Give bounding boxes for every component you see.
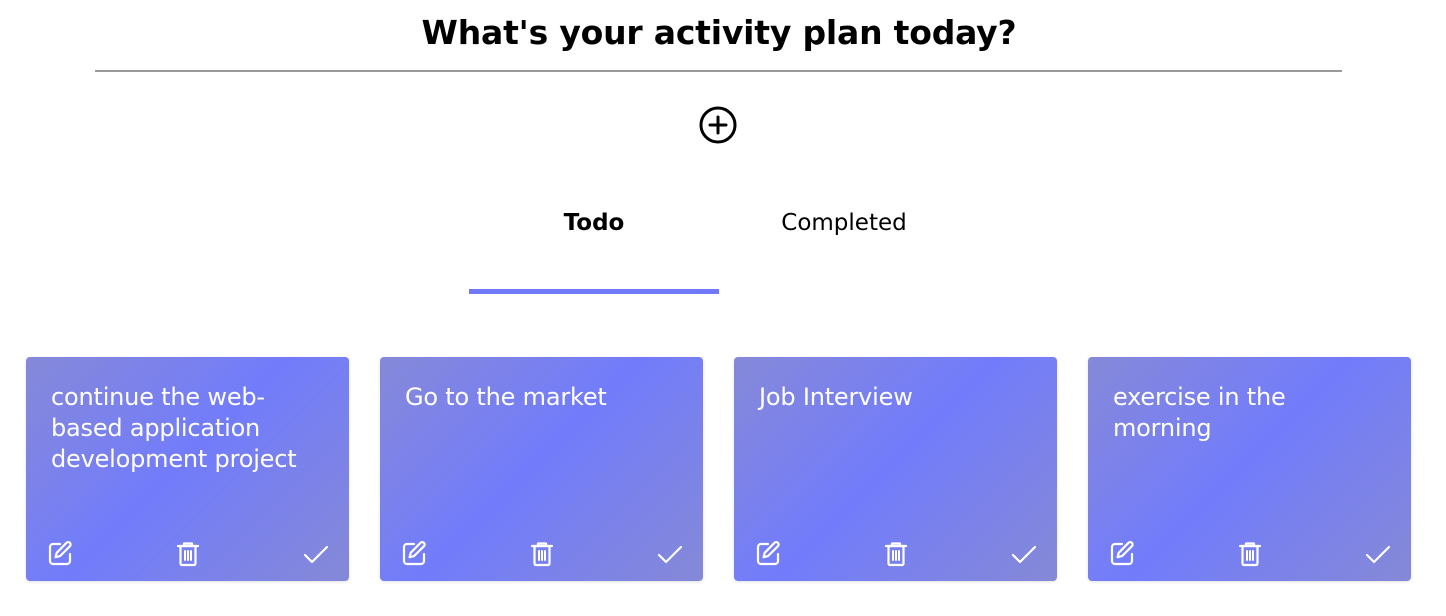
add-activity-button[interactable] [698, 105, 738, 145]
trash-icon[interactable] [174, 540, 202, 568]
todo-card-text: Go to the market [405, 383, 607, 411]
todo-card-list: continue the web-based application devel… [26, 357, 1416, 582]
plus-circle-icon [699, 106, 737, 144]
active-tab-indicator [469, 289, 719, 294]
trash-icon[interactable] [882, 540, 910, 568]
title-divider [95, 70, 1342, 72]
tab-completed[interactable]: Completed [719, 196, 969, 296]
check-icon[interactable] [1364, 540, 1392, 568]
tab-todo-label: Todo [563, 210, 625, 236]
tab-todo[interactable]: Todo [469, 196, 719, 296]
edit-icon[interactable] [400, 540, 428, 568]
todo-page: What's your activity plan today? Todo Co… [0, 0, 1446, 616]
trash-icon[interactable] [1236, 540, 1264, 568]
todo-card-text: continue the web-based application devel… [51, 383, 297, 473]
todo-card: exercise in the morning [1088, 357, 1411, 581]
tab-completed-label: Completed [781, 210, 907, 236]
edit-icon[interactable] [46, 540, 74, 568]
todo-card: continue the web-based application devel… [26, 357, 349, 581]
check-icon[interactable] [1010, 540, 1038, 568]
check-icon[interactable] [302, 540, 330, 568]
todo-card: Job Interview [734, 357, 1057, 581]
todo-card: Go to the market [380, 357, 703, 581]
tab-bar: Todo Completed [469, 196, 969, 296]
edit-icon[interactable] [754, 540, 782, 568]
check-icon[interactable] [656, 540, 684, 568]
edit-icon[interactable] [1108, 540, 1136, 568]
todo-card-text: exercise in the morning [1113, 383, 1286, 442]
trash-icon[interactable] [528, 540, 556, 568]
page-title: What's your activity plan today? [421, 13, 1017, 52]
todo-card-text: Job Interview [759, 383, 913, 411]
